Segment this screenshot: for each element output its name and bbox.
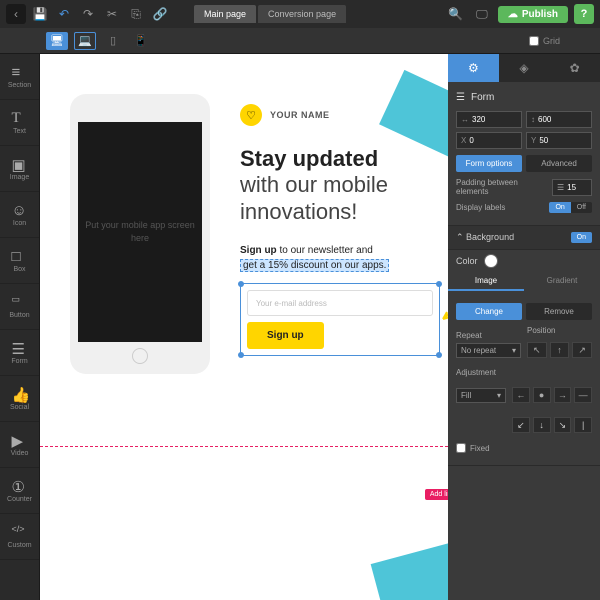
adj-1[interactable]: ← (512, 387, 530, 403)
tool-counter[interactable]: ①Counter (0, 468, 39, 514)
highlighted-text[interactable]: get a 15% discount on our apps. (240, 259, 389, 272)
position-label: Position (527, 326, 592, 335)
cut-icon[interactable]: ✂ (102, 4, 122, 24)
phone-home-button (132, 348, 148, 364)
background-section-header[interactable]: ⌃ Background On (448, 226, 600, 250)
form-options-button[interactable]: Form options (456, 155, 522, 172)
copy-icon[interactable]: ⎘ (126, 4, 146, 24)
link-icon[interactable]: 🔗 (150, 4, 170, 24)
publish-button[interactable]: ☁Publish (498, 6, 568, 23)
pos-tl[interactable]: ↖ (527, 342, 547, 358)
brand-row[interactable]: ♡ YOUR NAME (240, 104, 440, 126)
display-labels-label: Display labels (456, 203, 505, 212)
layers-tab-icon[interactable]: ◈ (499, 54, 550, 82)
color-picker[interactable] (484, 254, 498, 268)
adj-4[interactable]: — (574, 387, 592, 403)
tool-custom[interactable]: </>Custom (0, 514, 39, 560)
gradient-tab[interactable]: Gradient (524, 272, 600, 291)
search-icon[interactable]: 🔍 (446, 4, 466, 24)
remove-button[interactable]: Remove (526, 303, 592, 320)
tool-button[interactable]: ▭Button (0, 284, 39, 330)
help-button[interactable]: ? (574, 4, 594, 24)
width-input[interactable]: ↔320 (456, 111, 522, 128)
color-label: Color (456, 256, 478, 266)
arrow-decoration (435, 284, 448, 324)
height-input[interactable]: ↕600 (526, 111, 592, 128)
pos-t[interactable]: ↑ (550, 342, 570, 358)
back-button[interactable]: ‹ (6, 4, 26, 24)
adj-3[interactable]: → (554, 387, 572, 403)
desktop-icon[interactable]: 🖥 (46, 32, 68, 50)
tab-main-page[interactable]: Main page (194, 5, 256, 23)
fill-select[interactable]: Fill▾ (456, 388, 506, 403)
tool-box[interactable]: □Box (0, 238, 39, 284)
tool-form[interactable]: ☰Form (0, 330, 39, 376)
tab-conversion-page[interactable]: Conversion page (258, 5, 346, 23)
tool-section[interactable]: ≡Section (0, 54, 39, 100)
repeat-select[interactable]: No repeat▾ (456, 343, 521, 358)
adj-8[interactable]: | (574, 417, 592, 433)
grid-toggle[interactable]: Grid (529, 36, 560, 46)
brand-text: YOUR NAME (270, 110, 330, 120)
phone-icon[interactable]: 📱 (130, 32, 152, 50)
adjustment-label: Adjustment (456, 368, 592, 377)
advanced-button[interactable]: Advanced (526, 155, 592, 172)
adj-6[interactable]: ↓ (533, 417, 551, 433)
laptop-icon[interactable]: 💻 (74, 32, 96, 50)
settings-tab-icon[interactable]: ⚙ (448, 54, 499, 82)
tool-image[interactable]: ▣Image (0, 146, 39, 192)
display-labels-toggle[interactable]: OnOff (549, 202, 592, 213)
canvas-area[interactable]: Put your mobile app screen here ♡ YOUR N… (40, 54, 448, 600)
padding-input[interactable]: ☰15 (552, 179, 592, 196)
heart-icon: ♡ (240, 104, 262, 126)
image-tab[interactable]: Image (448, 272, 524, 291)
decorative-shape (371, 538, 448, 600)
headline[interactable]: Stay updated with our mobile innovations… (240, 146, 440, 225)
phone-screen-placeholder: Put your mobile app screen here (78, 122, 202, 342)
tool-palette: ≡Section TText ▣Image ☺Icon □Box ▭Button… (0, 54, 40, 600)
adj-2[interactable]: ● (533, 387, 551, 403)
tool-social[interactable]: 👍Social (0, 376, 39, 422)
padding-label: Padding between elements (456, 178, 552, 196)
gear-tab-icon[interactable]: ✿ (549, 54, 600, 82)
undo-icon[interactable]: ↶ (54, 4, 74, 24)
repeat-label: Repeat (456, 331, 521, 340)
change-button[interactable]: Change (456, 303, 522, 320)
tablet-icon[interactable]: ▯ (102, 32, 124, 50)
fixed-checkbox[interactable]: Fixed (456, 443, 490, 453)
tool-icon[interactable]: ☺Icon (0, 192, 39, 238)
guide-line (40, 446, 448, 447)
preview-icon[interactable]: 🖵 (472, 4, 492, 24)
adj-5[interactable]: ↙ (512, 417, 530, 433)
y-input[interactable]: Y50 (526, 132, 592, 149)
properties-panel: ⚙ ◈ ✿ ☰ Form ↔320 ↕600 X0 Y50 Form optio… (448, 54, 600, 600)
signup-button[interactable]: Sign up (247, 322, 324, 349)
top-toolbar: ‹ 💾 ↶ ↷ ✂ ⎘ 🔗 Main page Conversion page … (0, 0, 600, 28)
device-bar: 🖥 💻 ▯ 📱 Grid (0, 28, 600, 54)
form-icon: ☰ (456, 92, 465, 103)
element-type-label: ☰ Form (456, 88, 592, 107)
save-icon[interactable]: 💾 (30, 4, 50, 24)
redo-icon[interactable]: ↷ (78, 4, 98, 24)
tool-video[interactable]: ▶Video (0, 422, 39, 468)
tool-text[interactable]: TText (0, 100, 39, 146)
add-line-button[interactable]: Add line ? (425, 489, 448, 500)
subheadline[interactable]: Sign up to our newsletter and get a 15% … (240, 243, 440, 273)
adj-7[interactable]: ↘ (554, 417, 572, 433)
pos-tr[interactable]: ↗ (572, 342, 592, 358)
phone-mockup[interactable]: Put your mobile app screen here (70, 94, 210, 374)
x-input[interactable]: X0 (456, 132, 522, 149)
selected-form-element[interactable]: Your e-mail address Sign up (240, 283, 440, 356)
email-field[interactable]: Your e-mail address (247, 290, 433, 316)
